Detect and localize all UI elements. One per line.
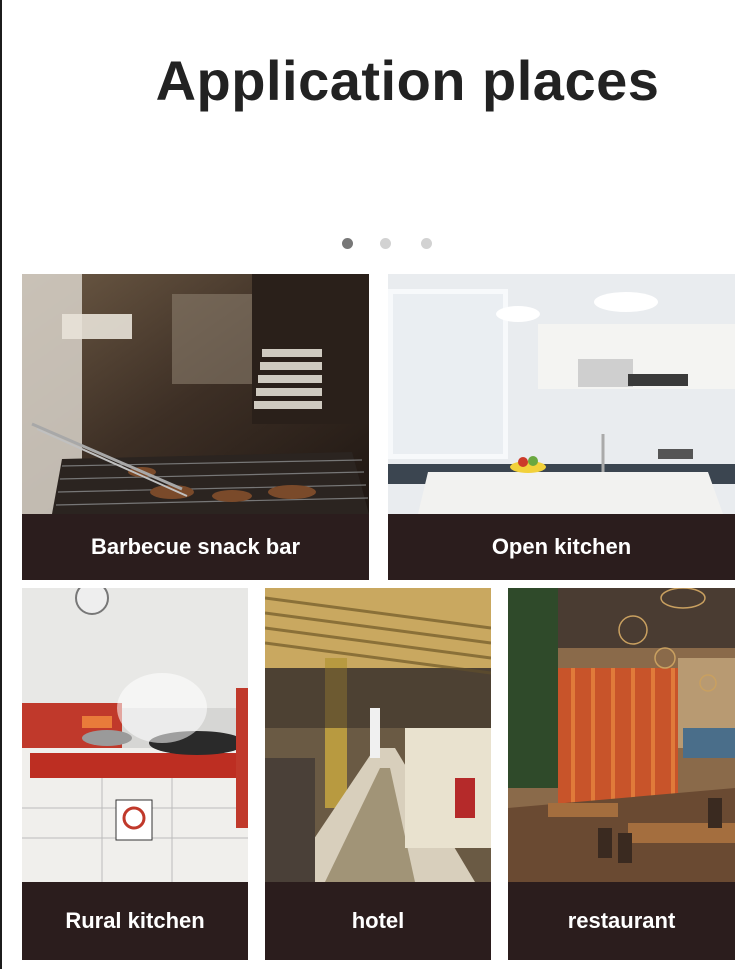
card-hotel[interactable]: hotel (265, 588, 491, 960)
card-label: Rural kitchen (22, 882, 248, 960)
rural-kitchen-photo (22, 588, 248, 882)
card-label: hotel (265, 882, 491, 960)
card-barbecue-snack-bar[interactable]: Barbecue snack bar (22, 274, 369, 580)
carousel-dot-3[interactable] (421, 238, 432, 249)
hotel-buffet-photo (265, 588, 491, 882)
barbecue-grill-photo (22, 274, 369, 514)
carousel-indicator (0, 238, 750, 250)
card-label: Open kitchen (388, 514, 735, 580)
carousel-dot-2[interactable] (380, 238, 391, 249)
open-kitchen-photo (388, 274, 735, 514)
card-rural-kitchen[interactable]: Rural kitchen (22, 588, 248, 960)
left-border (0, 0, 2, 969)
card-label: restaurant (508, 882, 735, 960)
card-open-kitchen[interactable]: Open kitchen (388, 274, 735, 580)
page-title: Application places (155, 49, 660, 112)
carousel-dot-1[interactable] (342, 238, 353, 249)
card-restaurant[interactable]: restaurant (508, 588, 735, 960)
restaurant-dining-photo (508, 588, 735, 882)
card-label: Barbecue snack bar (22, 514, 369, 580)
